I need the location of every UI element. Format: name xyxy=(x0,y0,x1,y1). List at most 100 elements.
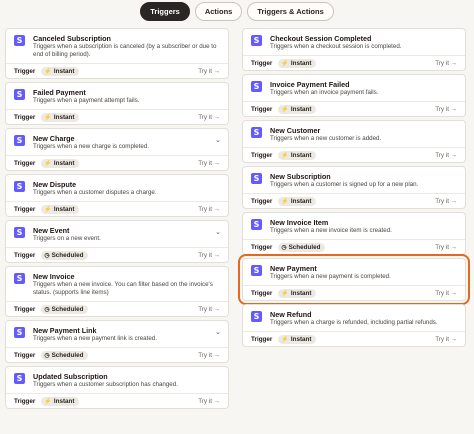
tab-triggers-and-actions[interactable]: Triggers & Actions xyxy=(247,2,334,21)
trigger-title: New Payment Link xyxy=(33,326,97,335)
trigger-card-header[interactable]: S New Payment Link Triggers when a new pay… xyxy=(6,321,228,347)
trigger-kind-label: Trigger xyxy=(14,159,36,167)
trigger-card[interactable]: S Checkout Session Completed Triggers when… xyxy=(242,28,466,71)
trigger-card-footer: Trigger ⚡ Instant Try it → xyxy=(243,147,465,162)
tab-triggers[interactable]: Triggers xyxy=(140,2,190,21)
chevron-down-icon[interactable]: ⌄ xyxy=(215,328,221,336)
trigger-type-badge: ⚡ Instant xyxy=(278,104,317,114)
try-it-link[interactable]: Try it → xyxy=(435,290,457,297)
trigger-card-header[interactable]: S New Dispute Triggers when a customer dis… xyxy=(6,175,228,201)
trigger-card[interactable]: S New Event Triggers on a new event. ⌄ Trigg… xyxy=(5,220,229,263)
trigger-card-header[interactable]: S New Invoice Item Triggers when a new inv… xyxy=(243,213,465,239)
trigger-description: Triggers when a charge is refunded, incl… xyxy=(270,319,438,326)
trigger-type-label: Instant xyxy=(290,59,312,67)
trigger-type-label: Scheduled xyxy=(51,351,84,359)
trigger-card[interactable]: S Canceled Subscription Triggers when a su… xyxy=(5,28,229,79)
lightning-icon: ⚡ xyxy=(281,152,289,159)
lightning-icon: ⚡ xyxy=(44,114,52,121)
lightning-icon: ⚡ xyxy=(44,160,52,167)
trigger-description: Triggers on a new event. xyxy=(33,235,101,242)
trigger-card-header[interactable]: S New Subscription Triggers when a custome… xyxy=(243,167,465,193)
trigger-card[interactable]: S Updated Subscription Triggers when a cus… xyxy=(5,366,229,409)
trigger-title: New Event xyxy=(33,226,70,235)
trigger-description: Triggers when a customer subscription ha… xyxy=(33,381,178,388)
stripe-logo-icon: S xyxy=(14,327,25,338)
try-it-link[interactable]: Try it → xyxy=(435,152,457,159)
trigger-card-header[interactable]: S New Invoice Triggers when a new invoice.… xyxy=(6,267,228,301)
trigger-card-header[interactable]: S Updated Subscription Triggers when a cus… xyxy=(6,367,228,393)
trigger-card[interactable]: S New Payment Triggers when a new payment … xyxy=(238,254,470,305)
try-it-link[interactable]: Try it → xyxy=(435,60,457,67)
trigger-card-footer: Trigger ⚡ Instant Try it → xyxy=(6,393,228,408)
stripe-logo-icon: S xyxy=(251,219,262,230)
trigger-title: New Refund xyxy=(270,310,312,319)
try-it-link[interactable]: Try it → xyxy=(198,206,220,213)
try-it-link[interactable]: Try it → xyxy=(435,336,457,343)
trigger-card-footer: Trigger ⚡ Instant Try it → xyxy=(6,63,228,78)
try-it-link[interactable]: Try it → xyxy=(435,198,457,205)
stripe-logo-icon: S xyxy=(14,89,25,100)
trigger-description: Triggers when a checkout session is comp… xyxy=(270,43,402,50)
stripe-logo-icon: S xyxy=(251,35,262,46)
chevron-down-icon[interactable]: ⌄ xyxy=(215,136,221,144)
trigger-card-header[interactable]: S New Charge Triggers when a new charge is… xyxy=(6,129,228,155)
try-it-link[interactable]: Try it → xyxy=(198,68,220,75)
trigger-card-header[interactable]: S New Event Triggers on a new event. ⌄ xyxy=(6,221,228,247)
lightning-icon: ⚡ xyxy=(281,198,289,205)
trigger-title: New Payment xyxy=(270,264,317,273)
trigger-type-badge: ⚡ Instant xyxy=(41,204,80,214)
trigger-card-header[interactable]: S Invoice Payment Failed Triggers when an … xyxy=(243,75,465,101)
trigger-type-label: Instant xyxy=(53,113,75,121)
trigger-card-header[interactable]: S New Customer Triggers when a new custome… xyxy=(243,121,465,147)
trigger-card[interactable]: S Failed Payment Triggers when a payment a… xyxy=(5,82,229,125)
stripe-logo-icon: S xyxy=(14,227,25,238)
trigger-card[interactable]: S New Customer Triggers when a new custome… xyxy=(242,120,466,163)
lightning-icon: ⚡ xyxy=(44,68,52,75)
try-it-link[interactable]: Try it → xyxy=(435,244,457,251)
trigger-card-header[interactable]: S New Payment Triggers when a new payment … xyxy=(243,259,465,285)
trigger-card-header[interactable]: S New Refund Triggers when a charge is ref… xyxy=(243,305,465,331)
try-it-link[interactable]: Try it → xyxy=(198,306,220,313)
trigger-description: Triggers when a new charge is completed. xyxy=(33,143,150,150)
try-it-link[interactable]: Try it → xyxy=(198,398,220,405)
trigger-type-label: Instant xyxy=(53,67,75,75)
trigger-card[interactable]: S New Invoice Triggers when a new invoice.… xyxy=(5,266,229,317)
lightning-icon: ⚡ xyxy=(44,398,52,405)
trigger-card-header[interactable]: S Canceled Subscription Triggers when a su… xyxy=(6,29,228,63)
trigger-card[interactable]: S New Refund Triggers when a charge is ref… xyxy=(242,304,466,347)
trigger-type-badge: ◷ Scheduled xyxy=(41,304,89,314)
stripe-logo-icon: S xyxy=(251,81,262,92)
stripe-logo-icon: S xyxy=(251,311,262,322)
trigger-kind-label: Trigger xyxy=(251,243,273,251)
trigger-card-header[interactable]: S Checkout Session Completed Triggers when… xyxy=(243,29,465,55)
trigger-card-header[interactable]: S Failed Payment Triggers when a payment a… xyxy=(6,83,228,109)
trigger-card[interactable]: S Invoice Payment Failed Triggers when an … xyxy=(242,74,466,117)
trigger-type-label: Instant xyxy=(290,197,312,205)
trigger-type-label: Instant xyxy=(53,159,75,167)
trigger-card[interactable]: S New Subscription Triggers when a custome… xyxy=(242,166,466,209)
trigger-type-badge: ⚡ Instant xyxy=(41,112,80,122)
try-it-link[interactable]: Try it → xyxy=(198,252,220,259)
trigger-type-badge: ◷ Scheduled xyxy=(41,250,89,260)
trigger-card[interactable]: S New Payment Link Triggers when a new pay… xyxy=(5,320,229,363)
try-it-link[interactable]: Try it → xyxy=(198,352,220,359)
try-it-link[interactable]: Try it → xyxy=(435,106,457,113)
trigger-card[interactable]: S New Dispute Triggers when a customer dis… xyxy=(5,174,229,217)
trigger-title: New Invoice xyxy=(33,272,75,281)
trigger-type-badge: ⚡ Instant xyxy=(278,288,317,298)
trigger-card[interactable]: S New Invoice Item Triggers when a new inv… xyxy=(242,212,466,255)
trigger-card-footer: Trigger ⚡ Instant Try it → xyxy=(243,101,465,116)
trigger-card[interactable]: S New Charge Triggers when a new charge is… xyxy=(5,128,229,171)
stripe-logo-icon: S xyxy=(251,173,262,184)
trigger-card-footer: Trigger ⚡ Instant Try it → xyxy=(6,155,228,170)
trigger-type-label: Instant xyxy=(53,397,75,405)
stripe-logo-icon: S xyxy=(14,273,25,284)
try-it-link[interactable]: Try it → xyxy=(198,160,220,167)
try-it-link[interactable]: Try it → xyxy=(198,114,220,121)
chevron-down-icon[interactable]: ⌄ xyxy=(215,228,221,236)
trigger-title: New Dispute xyxy=(33,180,77,189)
lightning-icon: ⚡ xyxy=(281,336,289,343)
trigger-type-badge: ⚡ Instant xyxy=(278,334,317,344)
lightning-icon: ⚡ xyxy=(281,106,289,113)
tab-actions[interactable]: Actions xyxy=(194,2,243,21)
